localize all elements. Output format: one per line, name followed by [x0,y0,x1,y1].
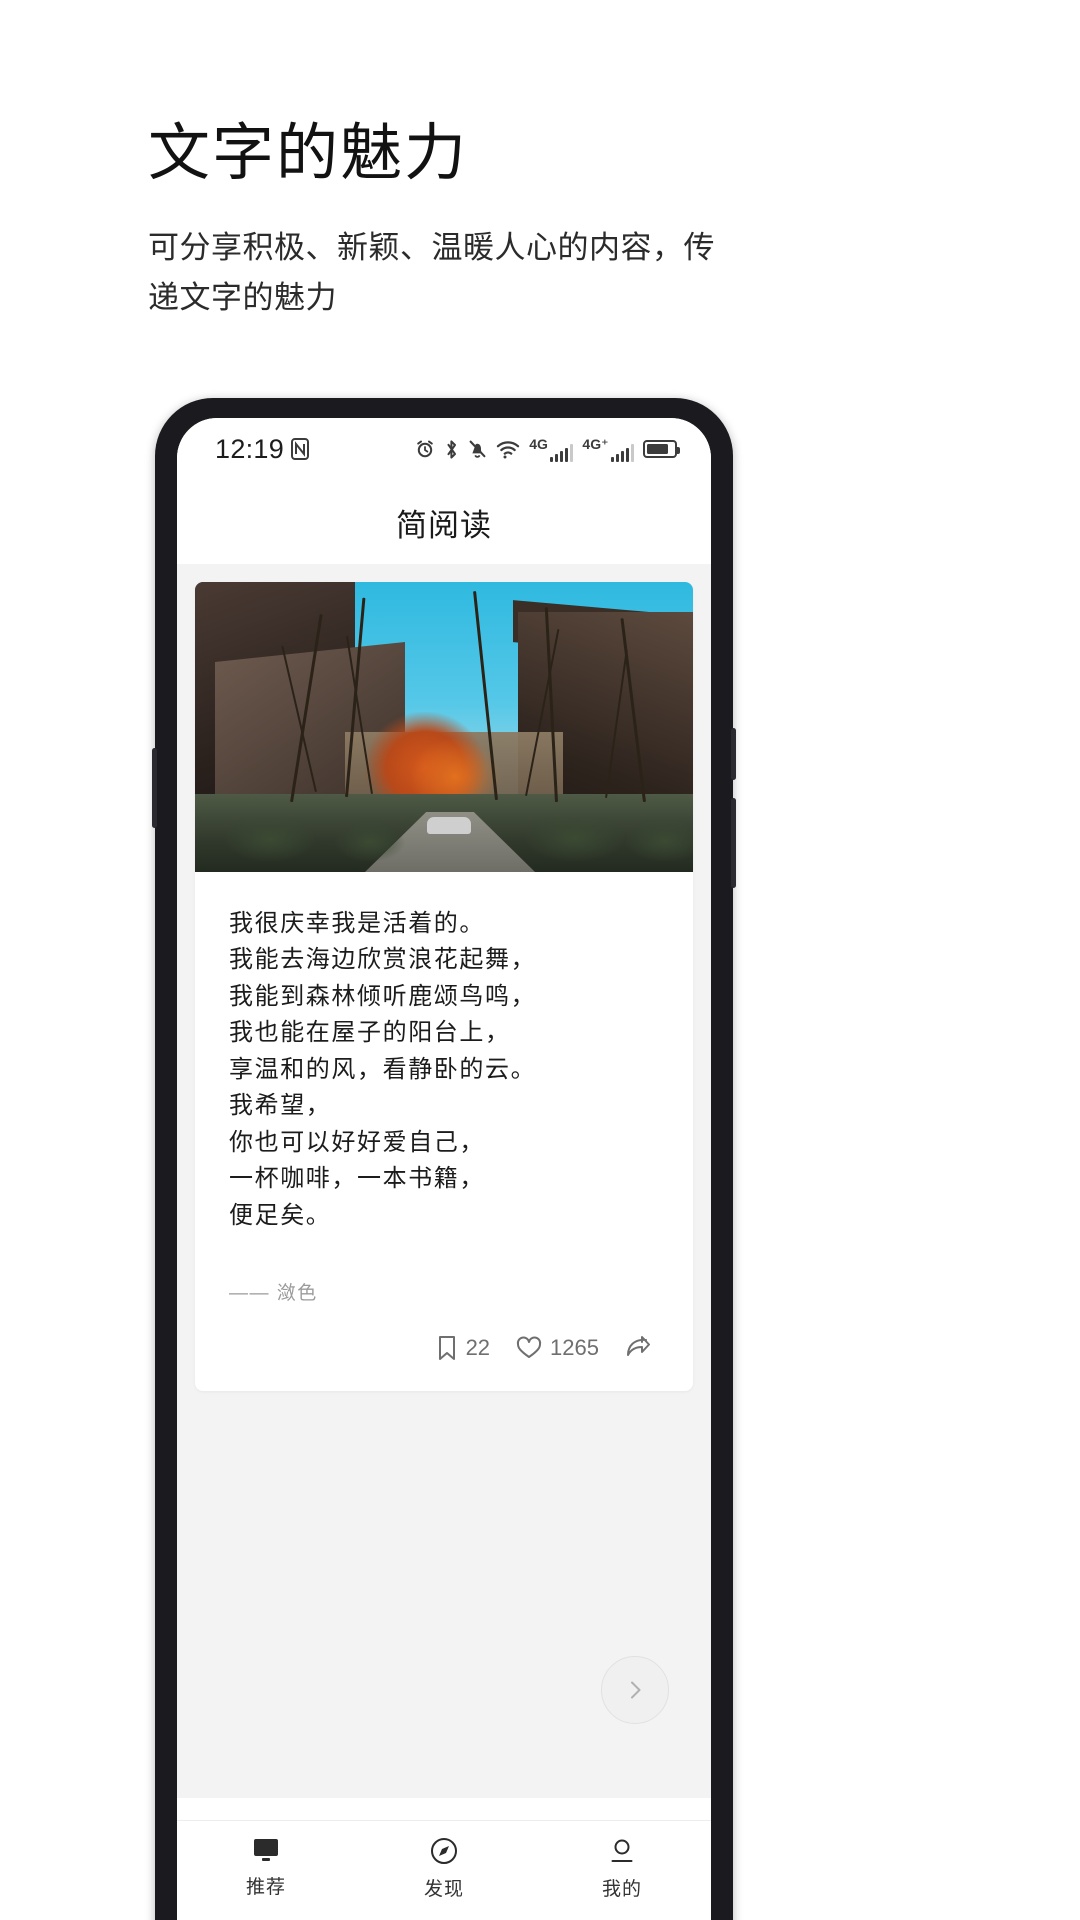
share-icon [625,1335,651,1361]
status-bar: 12:19 4G 4G⁺ [177,418,711,480]
tab-recommend[interactable]: 推荐 [177,1837,355,1899]
like-count: 1265 [550,1335,599,1361]
like-button[interactable]: 1265 [516,1335,599,1361]
person-icon [608,1837,636,1865]
battery-icon [643,440,680,458]
poem-line: 便足矣。 [229,1201,332,1229]
poem-line: 一杯咖啡，一本书籍， [229,1165,485,1193]
app-content: 我很庆幸我是活着的。 我能去海边欣赏浪花起舞， 我能到森林倾听鹿颂鸟鸣， 我也能… [177,564,711,1798]
signal-bars-primary [549,443,574,462]
phone-mockup: 12:19 4G 4G⁺ 简阅读 我很庆幸我是活着的。 我能去海边欣赏浪花起舞，… [152,398,736,1920]
poem-line: 你也可以好好爱自己， [229,1128,485,1156]
page-title: 文字的魅力 [148,120,469,188]
next-article-button[interactable] [601,1656,669,1724]
article-text: 我很庆幸我是活着的。 我能去海边欣赏浪花起舞， 我能到森林倾听鹿颂鸟鸣， 我也能… [195,872,693,1305]
tab-label: 发现 [423,1879,464,1900]
poem-line: 享温和的风，看静卧的云。 [229,1055,537,1083]
signal-indicator-secondary: 4G⁺ [582,437,634,462]
page-subtitle: 可分享积极、新颖、温暖人心的内容，传递文字的魅力 [148,230,715,316]
signal-bars-secondary [610,443,634,462]
poem-line: 我能到森林倾听鹿颂鸟鸣， [229,982,537,1010]
bookmark-button[interactable]: 22 [436,1335,490,1361]
app-header: 简阅读 [177,480,711,564]
poem-line: 我希望， [229,1092,332,1120]
promo-block: 文字的魅力 可分享积极、新颖、温暖人心的内容，传递文字的魅力 [148,118,968,324]
phone-volume-button[interactable] [152,748,157,828]
heart-icon [516,1336,542,1360]
bottom-tab-bar: 推荐 发现 我的 [177,1820,711,1920]
app-title: 简阅读 [396,507,492,543]
monitor-icon [252,1837,280,1863]
wifi-icon [496,440,520,459]
article-photo [195,582,693,872]
article-action-bar: 22 1265 [195,1305,693,1391]
poem-line: 我能去海边欣赏浪花起舞， [229,946,537,974]
status-bar-left: 12:19 [215,433,310,465]
compass-icon [430,1837,458,1865]
tab-discover[interactable]: 发现 [355,1837,533,1901]
bluetooth-icon [444,439,459,460]
alarm-icon [415,439,435,459]
mute-icon [468,439,487,459]
nfc-icon [291,438,310,460]
signal-label-primary: 4G [529,435,548,452]
chevron-right-icon [631,1681,641,1699]
article-card[interactable]: 我很庆幸我是活着的。 我能去海边欣赏浪花起舞， 我能到森林倾听鹿颂鸟鸣， 我也能… [195,582,693,1392]
poem-line: 我也能在屋子的阳台上， [229,1019,511,1047]
poem-line: 我很庆幸我是活着的。 [229,910,485,937]
share-button[interactable] [625,1335,659,1361]
clock-label: 12:19 [215,433,285,464]
promo-page: 文字的魅力 可分享积极、新颖、温暖人心的内容，传递文字的魅力 12:19 4G … [0,0,1080,1920]
signal-label-secondary: 4G⁺ [582,435,609,452]
bookmark-icon [436,1335,458,1361]
phone-screen: 12:19 4G 4G⁺ 简阅读 我很庆幸我是活着的。 我能去海边欣赏浪花起舞，… [177,418,711,1920]
signal-indicator-primary: 4G [529,435,574,462]
tab-label: 我的 [601,1879,642,1900]
phone-power-button[interactable] [731,728,736,780]
bookmark-count: 22 [465,1335,491,1361]
tab-mine[interactable]: 我的 [533,1837,711,1901]
article-author: —— 潋色 [229,1283,318,1305]
tab-label: 推荐 [245,1877,286,1898]
status-bar-right: 4G 4G⁺ [415,435,680,462]
phone-side-button[interactable] [731,798,736,888]
